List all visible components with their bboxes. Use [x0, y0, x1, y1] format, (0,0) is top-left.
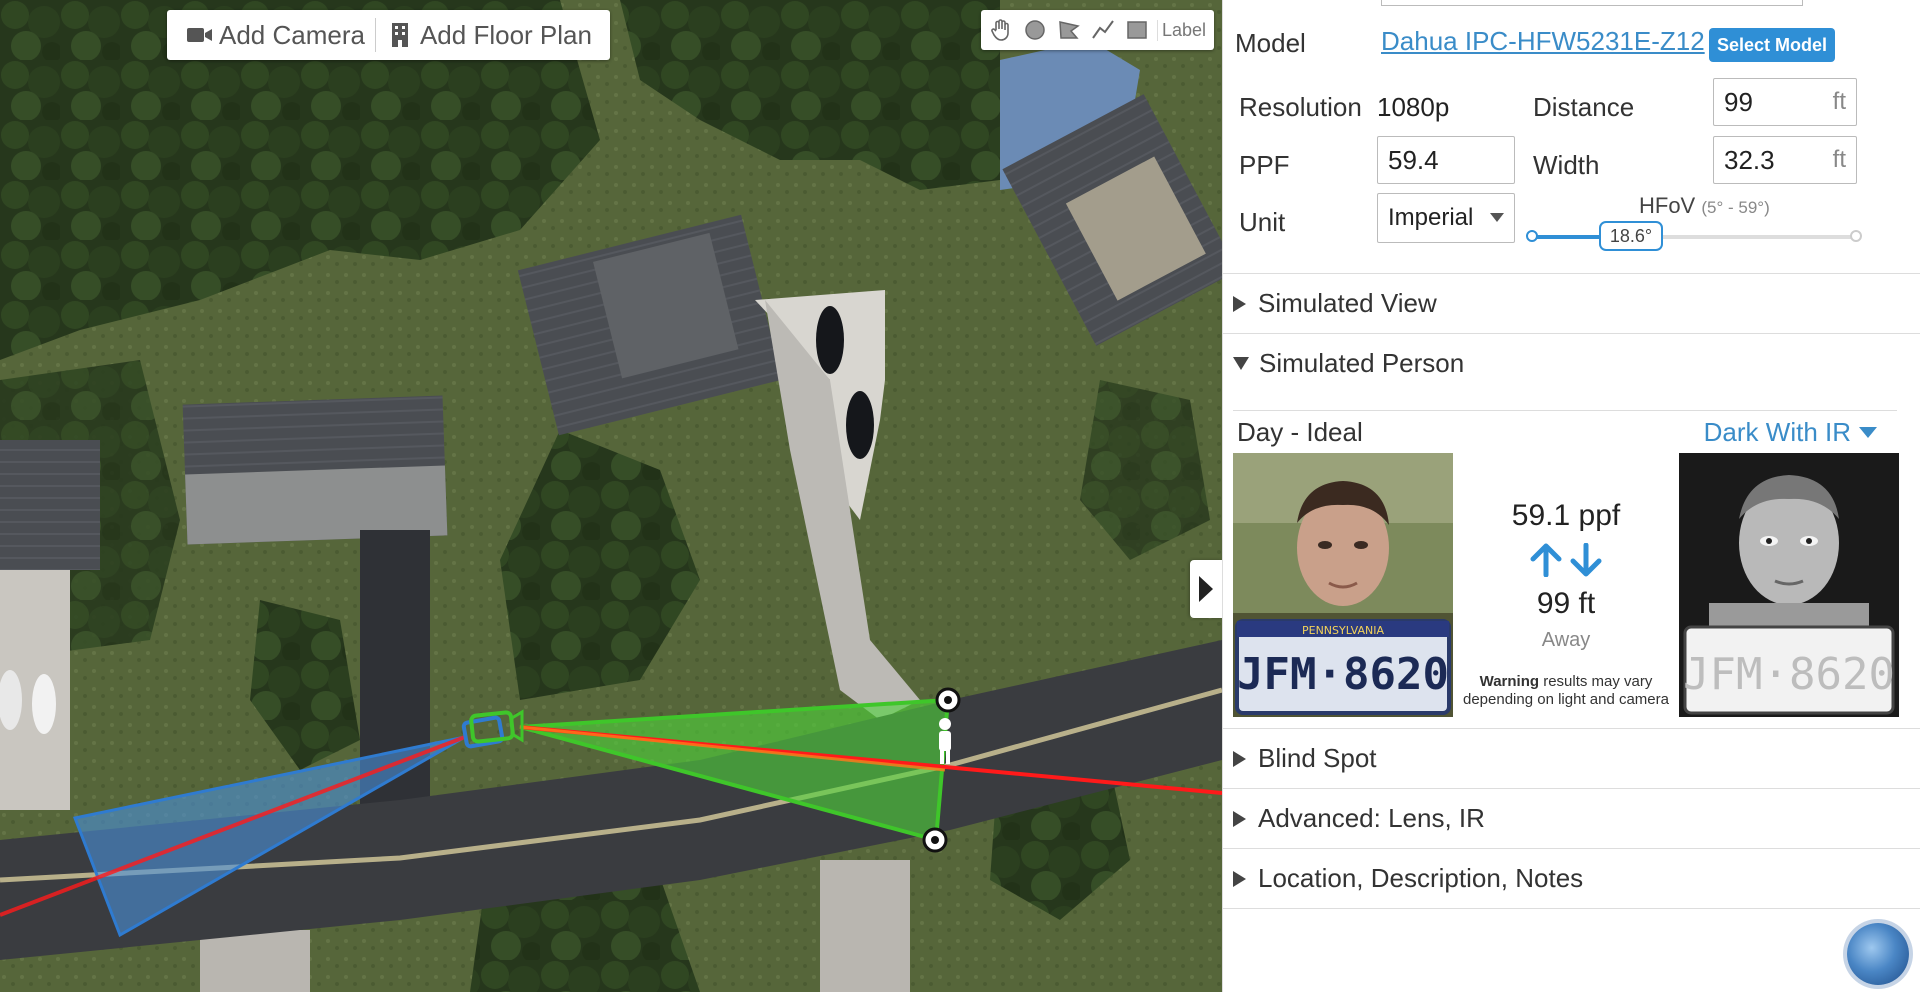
section-location-label: Location, Description, Notes [1258, 863, 1584, 893]
away-label: Away [1541, 629, 1591, 651]
ir-plate-text: JFM·8620 [1683, 649, 1895, 700]
expand-arrow-icon [1233, 750, 1246, 767]
select-model-button[interactable]: Select Model [1709, 28, 1836, 62]
section-advanced[interactable]: Advanced: Lens, IR [1223, 788, 1920, 848]
simulated-person-content: Day - Ideal Dark With IR PENNSYLVANIA JF… [1233, 410, 1899, 720]
building-icon [391, 23, 408, 47]
width-field[interactable]: ft [1713, 136, 1857, 184]
arrow-up-icon[interactable] [1529, 543, 1563, 577]
warning-bold: Warning [1479, 673, 1540, 690]
width-input[interactable] [1724, 144, 1829, 176]
section-location[interactable]: Location, Description, Notes [1223, 848, 1920, 908]
expand-arrow-icon [1233, 870, 1246, 887]
resolution-label: Resolution [1239, 92, 1362, 122]
dropdown-arrow-icon [1859, 427, 1877, 438]
hfov-title: HFoV (5° - 59°) [1639, 193, 1770, 219]
ir-person-image: JFM·8620 [1679, 453, 1899, 717]
add-floor-plan-button[interactable]: Add Floor Plan [376, 17, 602, 53]
fov-handle-bottom[interactable] [922, 827, 948, 853]
model-link[interactable]: Dahua IPC-HFW5231E-Z12 [1381, 26, 1705, 57]
polygon-icon[interactable] [1053, 14, 1085, 46]
ppf-input[interactable] [1388, 144, 1504, 176]
section-simulated-view-label: Simulated View [1258, 288, 1437, 318]
day-plate-state: PENNSYLVANIA [1302, 624, 1384, 637]
circle-icon[interactable] [1019, 14, 1051, 46]
collapse-panel-button[interactable] [1190, 560, 1222, 618]
video-camera-icon [187, 28, 212, 42]
line-icon[interactable] [1087, 14, 1119, 46]
distance-unit: ft [1832, 88, 1846, 115]
caret-right-icon [1199, 576, 1213, 602]
hfov-slider[interactable]: 18.6° [1526, 221, 1862, 251]
label-tool[interactable]: Label [1157, 19, 1210, 41]
camera-name-field[interactable] [1381, 0, 1803, 6]
globe-icon[interactable] [1847, 923, 1909, 985]
add-camera-button[interactable]: Add Camera [175, 17, 375, 53]
hfov-slider-handle[interactable]: 18.6° [1599, 221, 1663, 251]
fov-handle-top[interactable] [935, 687, 961, 713]
hand-icon[interactable] [985, 14, 1017, 46]
hfov-label: HFoV [1639, 193, 1696, 218]
arrow-down-icon[interactable] [1569, 543, 1603, 577]
unit-label: Unit [1239, 207, 1286, 237]
map-imagery [0, 0, 1222, 992]
ppf-arrows [1453, 543, 1679, 577]
distance-readout: 99 ft [1536, 587, 1596, 620]
lighting-dropdown-label: Dark With IR [1703, 417, 1851, 447]
panel-bottom-divider [1223, 908, 1920, 909]
hfov-slider-min [1526, 230, 1538, 242]
collapse-arrow-icon [1233, 357, 1249, 370]
unit-select[interactable]: Imperial [1377, 193, 1515, 243]
ppf-label: PPF [1239, 150, 1290, 180]
section-simulated-person[interactable]: Simulated Person [1223, 333, 1920, 393]
day-ideal-label: Day - Ideal [1237, 417, 1363, 447]
dropdown-arrow-icon [1490, 213, 1504, 222]
day-person-image: PENNSYLVANIA JFM·8620 [1233, 453, 1453, 717]
width-unit: ft [1832, 146, 1846, 173]
section-advanced-label: Advanced: Lens, IR [1258, 803, 1485, 833]
lighting-dropdown[interactable]: Dark With IR [1704, 417, 1877, 448]
satellite-map[interactable]: Add Camera Add Floor Plan Label [0, 0, 1222, 992]
section-simulated-person-label: Simulated Person [1259, 348, 1465, 378]
map-toolbar: Add Camera Add Floor Plan [167, 10, 610, 60]
warning-text: Warning results may vary depending on li… [1453, 673, 1679, 709]
camera-settings-panel: Model Dahua IPC-HFW5231E-Z12 Select Mode… [1222, 0, 1920, 992]
ppf-readout: 59.1 ppf [1511, 499, 1621, 532]
hfov-range: (5° - 59°) [1701, 198, 1770, 217]
expand-arrow-icon [1233, 810, 1246, 827]
hfov-slider-max [1850, 230, 1862, 242]
ppf-readout-panel: 59.1 ppf 99 ft Away Warning results may … [1453, 453, 1679, 717]
ppf-field[interactable] [1377, 136, 1515, 184]
distance-input[interactable] [1724, 86, 1829, 118]
day-plate-text: JFM·8620 [1237, 649, 1449, 700]
distance-label: Distance [1533, 92, 1635, 122]
distance-field[interactable]: ft [1713, 78, 1857, 126]
expand-arrow-icon [1233, 295, 1246, 312]
width-label: Width [1533, 150, 1600, 180]
drawing-tools: Label [981, 10, 1215, 50]
section-blind-spot[interactable]: Blind Spot [1223, 728, 1920, 788]
model-label: Model [1235, 28, 1306, 58]
unit-select-value: Imperial [1388, 204, 1474, 231]
add-camera-label: Add Camera [219, 19, 365, 50]
section-blind-spot-label: Blind Spot [1258, 743, 1377, 773]
add-floor-plan-label: Add Floor Plan [419, 19, 592, 50]
rectangle-icon[interactable] [1121, 14, 1153, 46]
section-simulated-view[interactable]: Simulated View [1223, 273, 1920, 333]
resolution-value: 1080p [1377, 92, 1450, 122]
